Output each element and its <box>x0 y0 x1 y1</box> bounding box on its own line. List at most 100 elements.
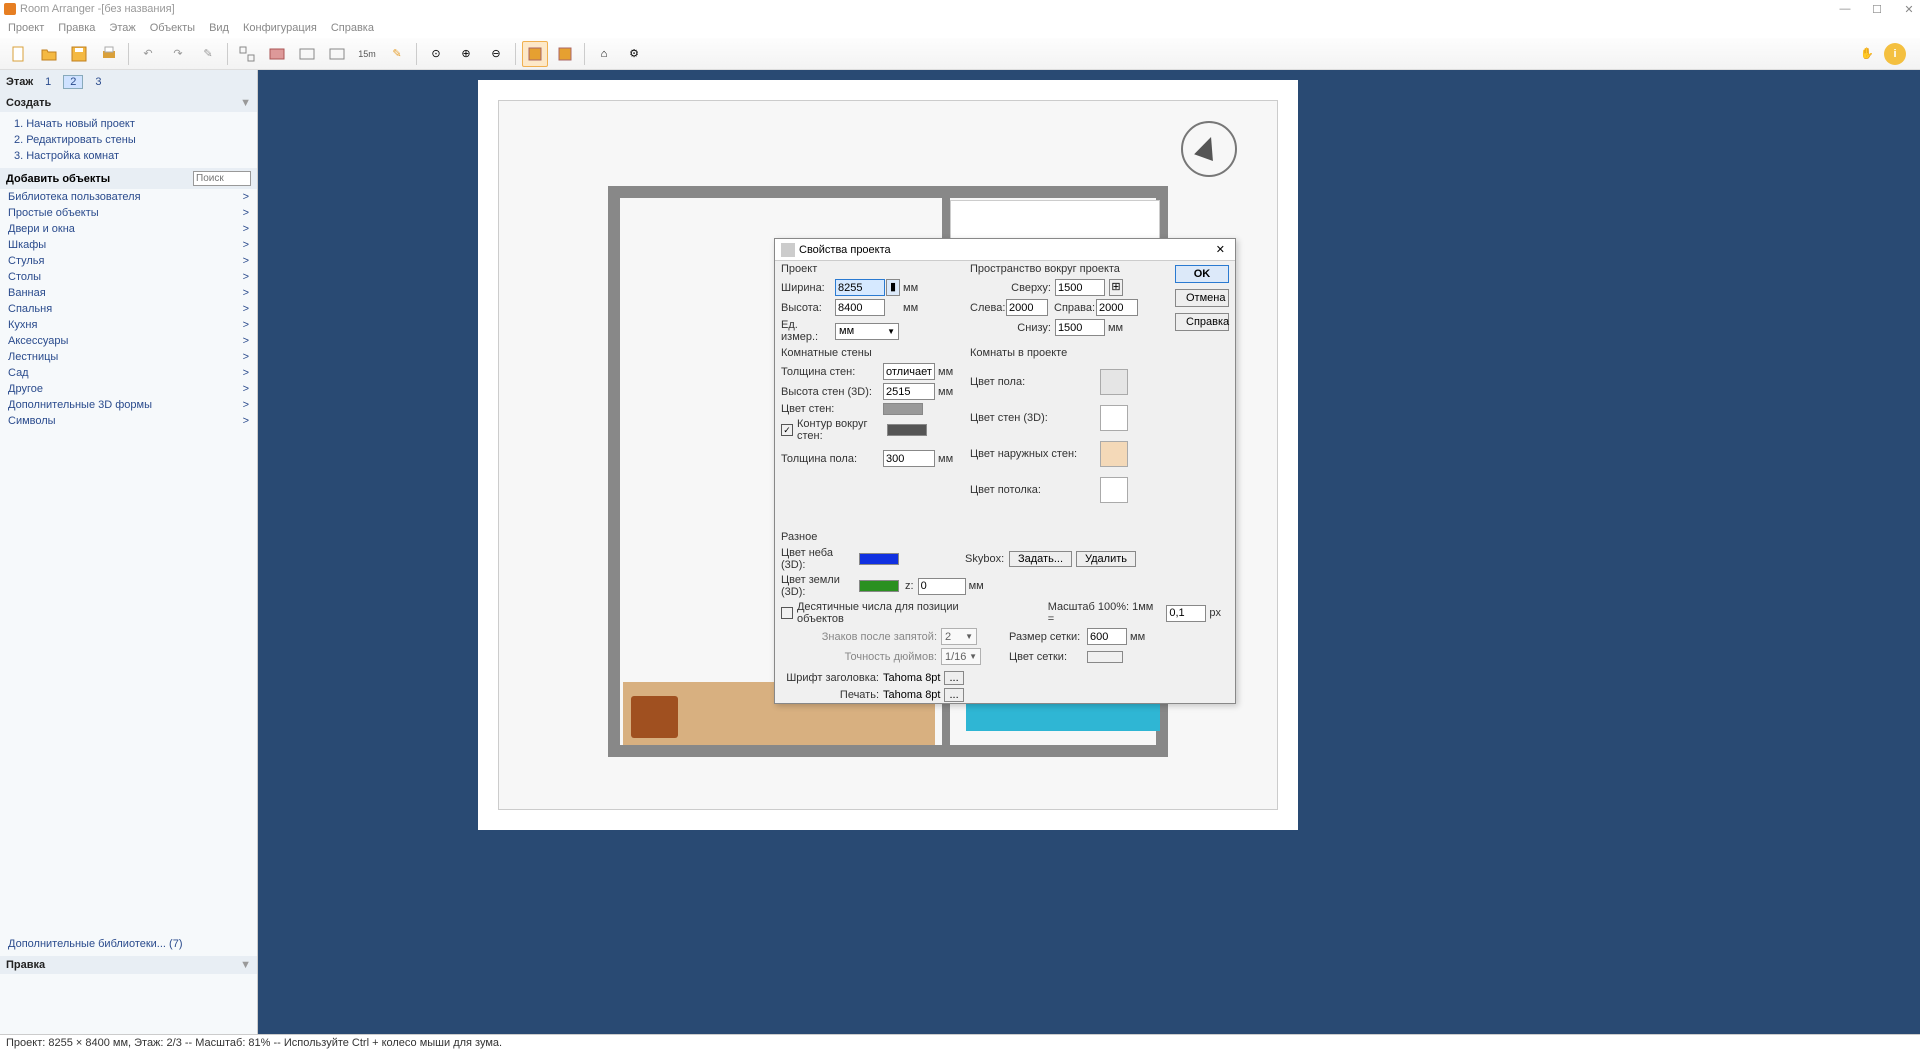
scale-input[interactable] <box>1166 605 1206 622</box>
wall-color-swatch[interactable] <box>883 403 923 415</box>
brush-icon[interactable]: ✎ <box>195 41 221 67</box>
category-item[interactable]: Столы> <box>0 269 257 285</box>
tool4-icon[interactable] <box>324 41 350 67</box>
app-name: Room Arranger <box>20 3 95 15</box>
project-properties-dialog: Свойства проекта ✕ Проект Ширина:▮мм Выс… <box>774 238 1236 704</box>
menu-objects[interactable]: Объекты <box>150 22 195 34</box>
sky-color-swatch[interactable] <box>859 553 899 565</box>
wall-thick-input[interactable] <box>883 363 935 380</box>
category-item[interactable]: Символы> <box>0 413 257 429</box>
floor-thick-input[interactable] <box>883 450 935 467</box>
view3d-2-icon[interactable] <box>552 41 578 67</box>
zoom-in-icon[interactable]: ⊕ <box>453 41 479 67</box>
skybox-set-button[interactable]: Задать... <box>1009 551 1072 567</box>
space-right-input[interactable] <box>1096 299 1138 316</box>
canvas[interactable]: Свойства проекта ✕ Проект Ширина:▮мм Выс… <box>258 70 1920 1034</box>
grid-input[interactable] <box>1087 628 1127 645</box>
group-rooms: Комнаты в проекте <box>970 347 1160 359</box>
view3d-1-icon[interactable] <box>522 41 548 67</box>
dialog-icon <box>781 243 795 257</box>
minimize-icon[interactable]: — <box>1838 3 1852 16</box>
menu-view[interactable]: Вид <box>209 22 229 34</box>
category-item[interactable]: Ванная> <box>0 285 257 301</box>
floor-3[interactable]: 3 <box>89 76 107 88</box>
floor-1[interactable]: 1 <box>39 76 57 88</box>
tool3-icon[interactable] <box>294 41 320 67</box>
save-icon[interactable] <box>66 41 92 67</box>
menu-config[interactable]: Конфигурация <box>243 22 317 34</box>
menu-floor[interactable]: Этаж <box>109 22 135 34</box>
category-item[interactable]: Спальня> <box>0 301 257 317</box>
create-edit-walls[interactable]: 2. Редактировать стены <box>0 132 257 148</box>
units-select[interactable]: мм▼ <box>835 323 899 340</box>
space-icon[interactable]: ⊞ <box>1109 279 1123 296</box>
font-print-button[interactable]: ... <box>944 688 963 702</box>
width-input[interactable] <box>835 279 885 296</box>
search-input[interactable] <box>193 171 251 186</box>
outer-color-swatch[interactable] <box>1100 441 1128 467</box>
wall-icon[interactable] <box>264 41 290 67</box>
category-item[interactable]: Другое> <box>0 381 257 397</box>
font-head-button[interactable]: ... <box>944 671 963 685</box>
cancel-button[interactable]: Отмена <box>1175 289 1229 307</box>
undo-icon[interactable]: ↶ <box>135 41 161 67</box>
category-item[interactable]: Стулья> <box>0 253 257 269</box>
maximize-icon[interactable]: ☐ <box>1870 3 1884 16</box>
create-new-project[interactable]: 1. Начать новый проект <box>0 116 257 132</box>
category-item[interactable]: Двери и окна> <box>0 221 257 237</box>
floor-color-swatch[interactable] <box>1100 369 1128 395</box>
width-stepper[interactable]: ▮ <box>886 279 900 296</box>
additional-libs[interactable]: Дополнительные библиотеки... (7) <box>0 932 257 956</box>
outline-checkbox[interactable]: ✓ <box>781 424 793 436</box>
height-input[interactable] <box>835 299 885 316</box>
category-item[interactable]: Аксессуары> <box>0 333 257 349</box>
decimal-checkbox[interactable] <box>781 607 793 619</box>
open-icon[interactable] <box>36 41 62 67</box>
touch-icon[interactable]: ✋ <box>1856 43 1878 65</box>
space-left-input[interactable] <box>1006 299 1048 316</box>
category-item[interactable]: Шкафы> <box>0 237 257 253</box>
close-icon[interactable]: ✕ <box>1902 3 1916 16</box>
create-header[interactable]: Создать▼ <box>0 94 257 112</box>
floor-2[interactable]: 2 <box>63 75 83 89</box>
space-bottom-input[interactable] <box>1055 319 1105 336</box>
group-misc: Разное <box>781 531 1221 543</box>
info-icon[interactable]: i <box>1884 43 1906 65</box>
skybox-del-button[interactable]: Удалить <box>1076 551 1136 567</box>
tool1-icon[interactable] <box>234 41 260 67</box>
category-item[interactable]: Библиотека пользователя> <box>0 189 257 205</box>
menu-project[interactable]: Проект <box>8 22 44 34</box>
dialog-close-icon[interactable]: ✕ <box>1212 243 1229 256</box>
measure-icon[interactable]: 15m <box>354 41 380 67</box>
house-icon[interactable]: ⌂ <box>591 41 617 67</box>
ceil-color-swatch[interactable] <box>1100 477 1128 503</box>
menu-edit[interactable]: Правка <box>58 22 95 34</box>
ok-button[interactable]: OK <box>1175 265 1229 283</box>
category-item[interactable]: Простые объекты> <box>0 205 257 221</box>
outline-color-swatch[interactable] <box>887 424 927 436</box>
wall3d-color-swatch[interactable] <box>1100 405 1128 431</box>
create-room-setup[interactable]: 3. Настройка комнат <box>0 148 257 164</box>
zoom-out-icon[interactable]: ⊖ <box>483 41 509 67</box>
space-top-input[interactable] <box>1055 279 1105 296</box>
group-project: Проект <box>781 263 961 275</box>
gear-icon[interactable]: ⚙ <box>621 41 647 67</box>
compass-icon <box>1181 121 1237 177</box>
redo-icon[interactable]: ↷ <box>165 41 191 67</box>
category-item[interactable]: Дополнительные 3D формы> <box>0 397 257 413</box>
ground-z-input[interactable] <box>918 578 966 595</box>
print-icon[interactable] <box>96 41 122 67</box>
grid-color-swatch[interactable] <box>1087 651 1123 663</box>
category-item[interactable]: Кухня> <box>0 317 257 333</box>
titlebar: Room Arranger - [без названия] — ☐ ✕ <box>0 0 1920 18</box>
ground-color-swatch[interactable] <box>859 580 899 592</box>
zoom-fit-icon[interactable]: ⊙ <box>423 41 449 67</box>
category-item[interactable]: Сад> <box>0 365 257 381</box>
menu-help[interactable]: Справка <box>331 22 374 34</box>
category-item[interactable]: Лестницы> <box>0 349 257 365</box>
edit-header[interactable]: Правка▼ <box>0 956 257 974</box>
new-icon[interactable] <box>6 41 32 67</box>
help-button[interactable]: Справка <box>1175 313 1229 331</box>
pencil-icon[interactable]: ✎ <box>384 41 410 67</box>
wall-h3d-input[interactable] <box>883 383 935 400</box>
